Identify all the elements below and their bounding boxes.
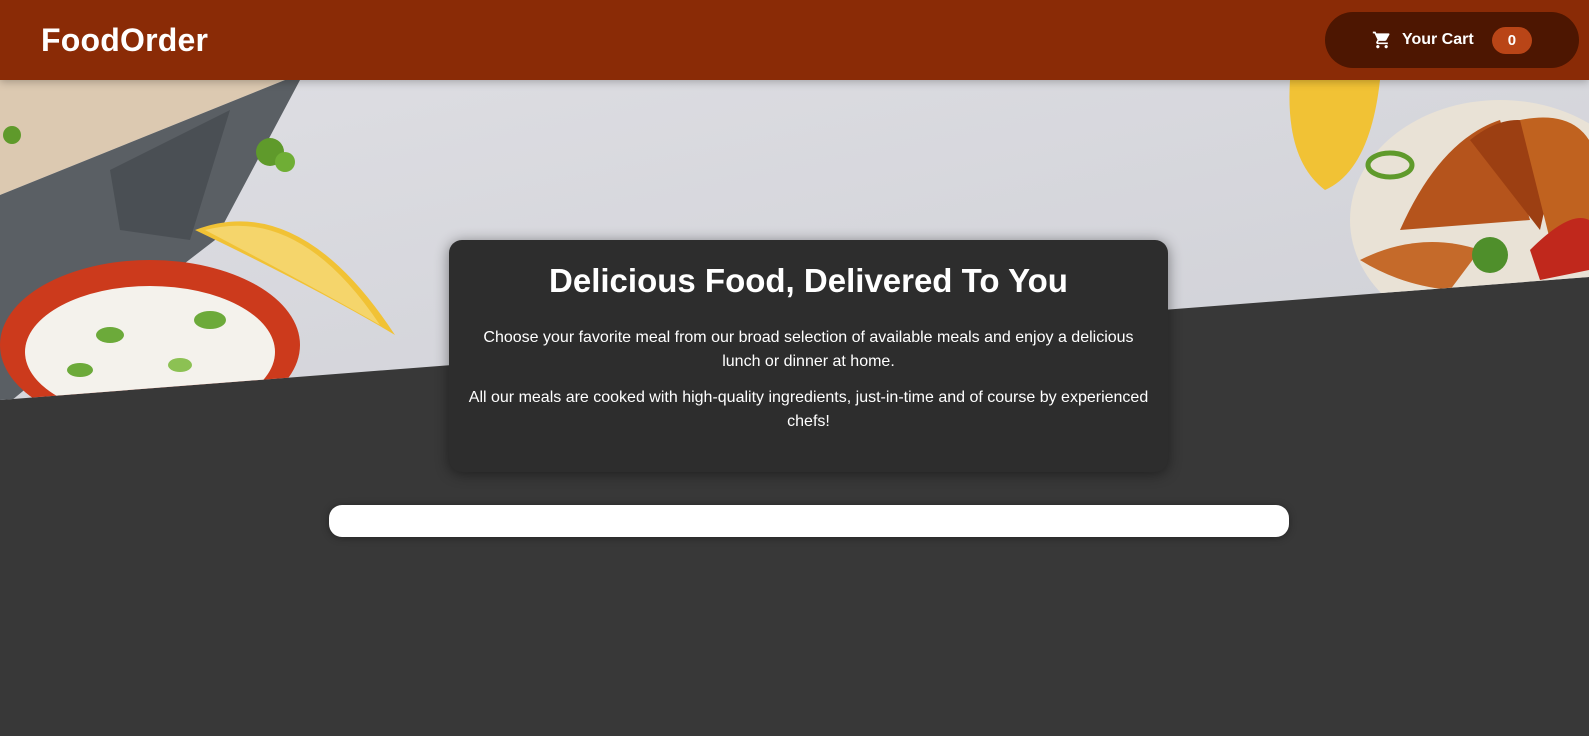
available-meals-panel (329, 505, 1289, 537)
summary-title: Delicious Food, Delivered To You (549, 262, 1068, 299)
summary-paragraph-2: All our meals are cooked with high-quali… (468, 389, 1149, 430)
app-header: FoodOrder Your Cart 0 (0, 0, 1589, 80)
meals-summary-card: Delicious Food, Delivered To You Choose … (449, 240, 1168, 472)
brand-title: FoodOrder (41, 21, 209, 58)
cart-count-badge: 0 (1491, 26, 1533, 54)
cart-label: Your Cart (1401, 31, 1474, 48)
cart-button[interactable]: Your Cart 0 (1325, 12, 1579, 68)
summary-paragraph-1: Choose your favorite meal from our broad… (483, 329, 1134, 370)
cart-icon (1372, 31, 1390, 49)
